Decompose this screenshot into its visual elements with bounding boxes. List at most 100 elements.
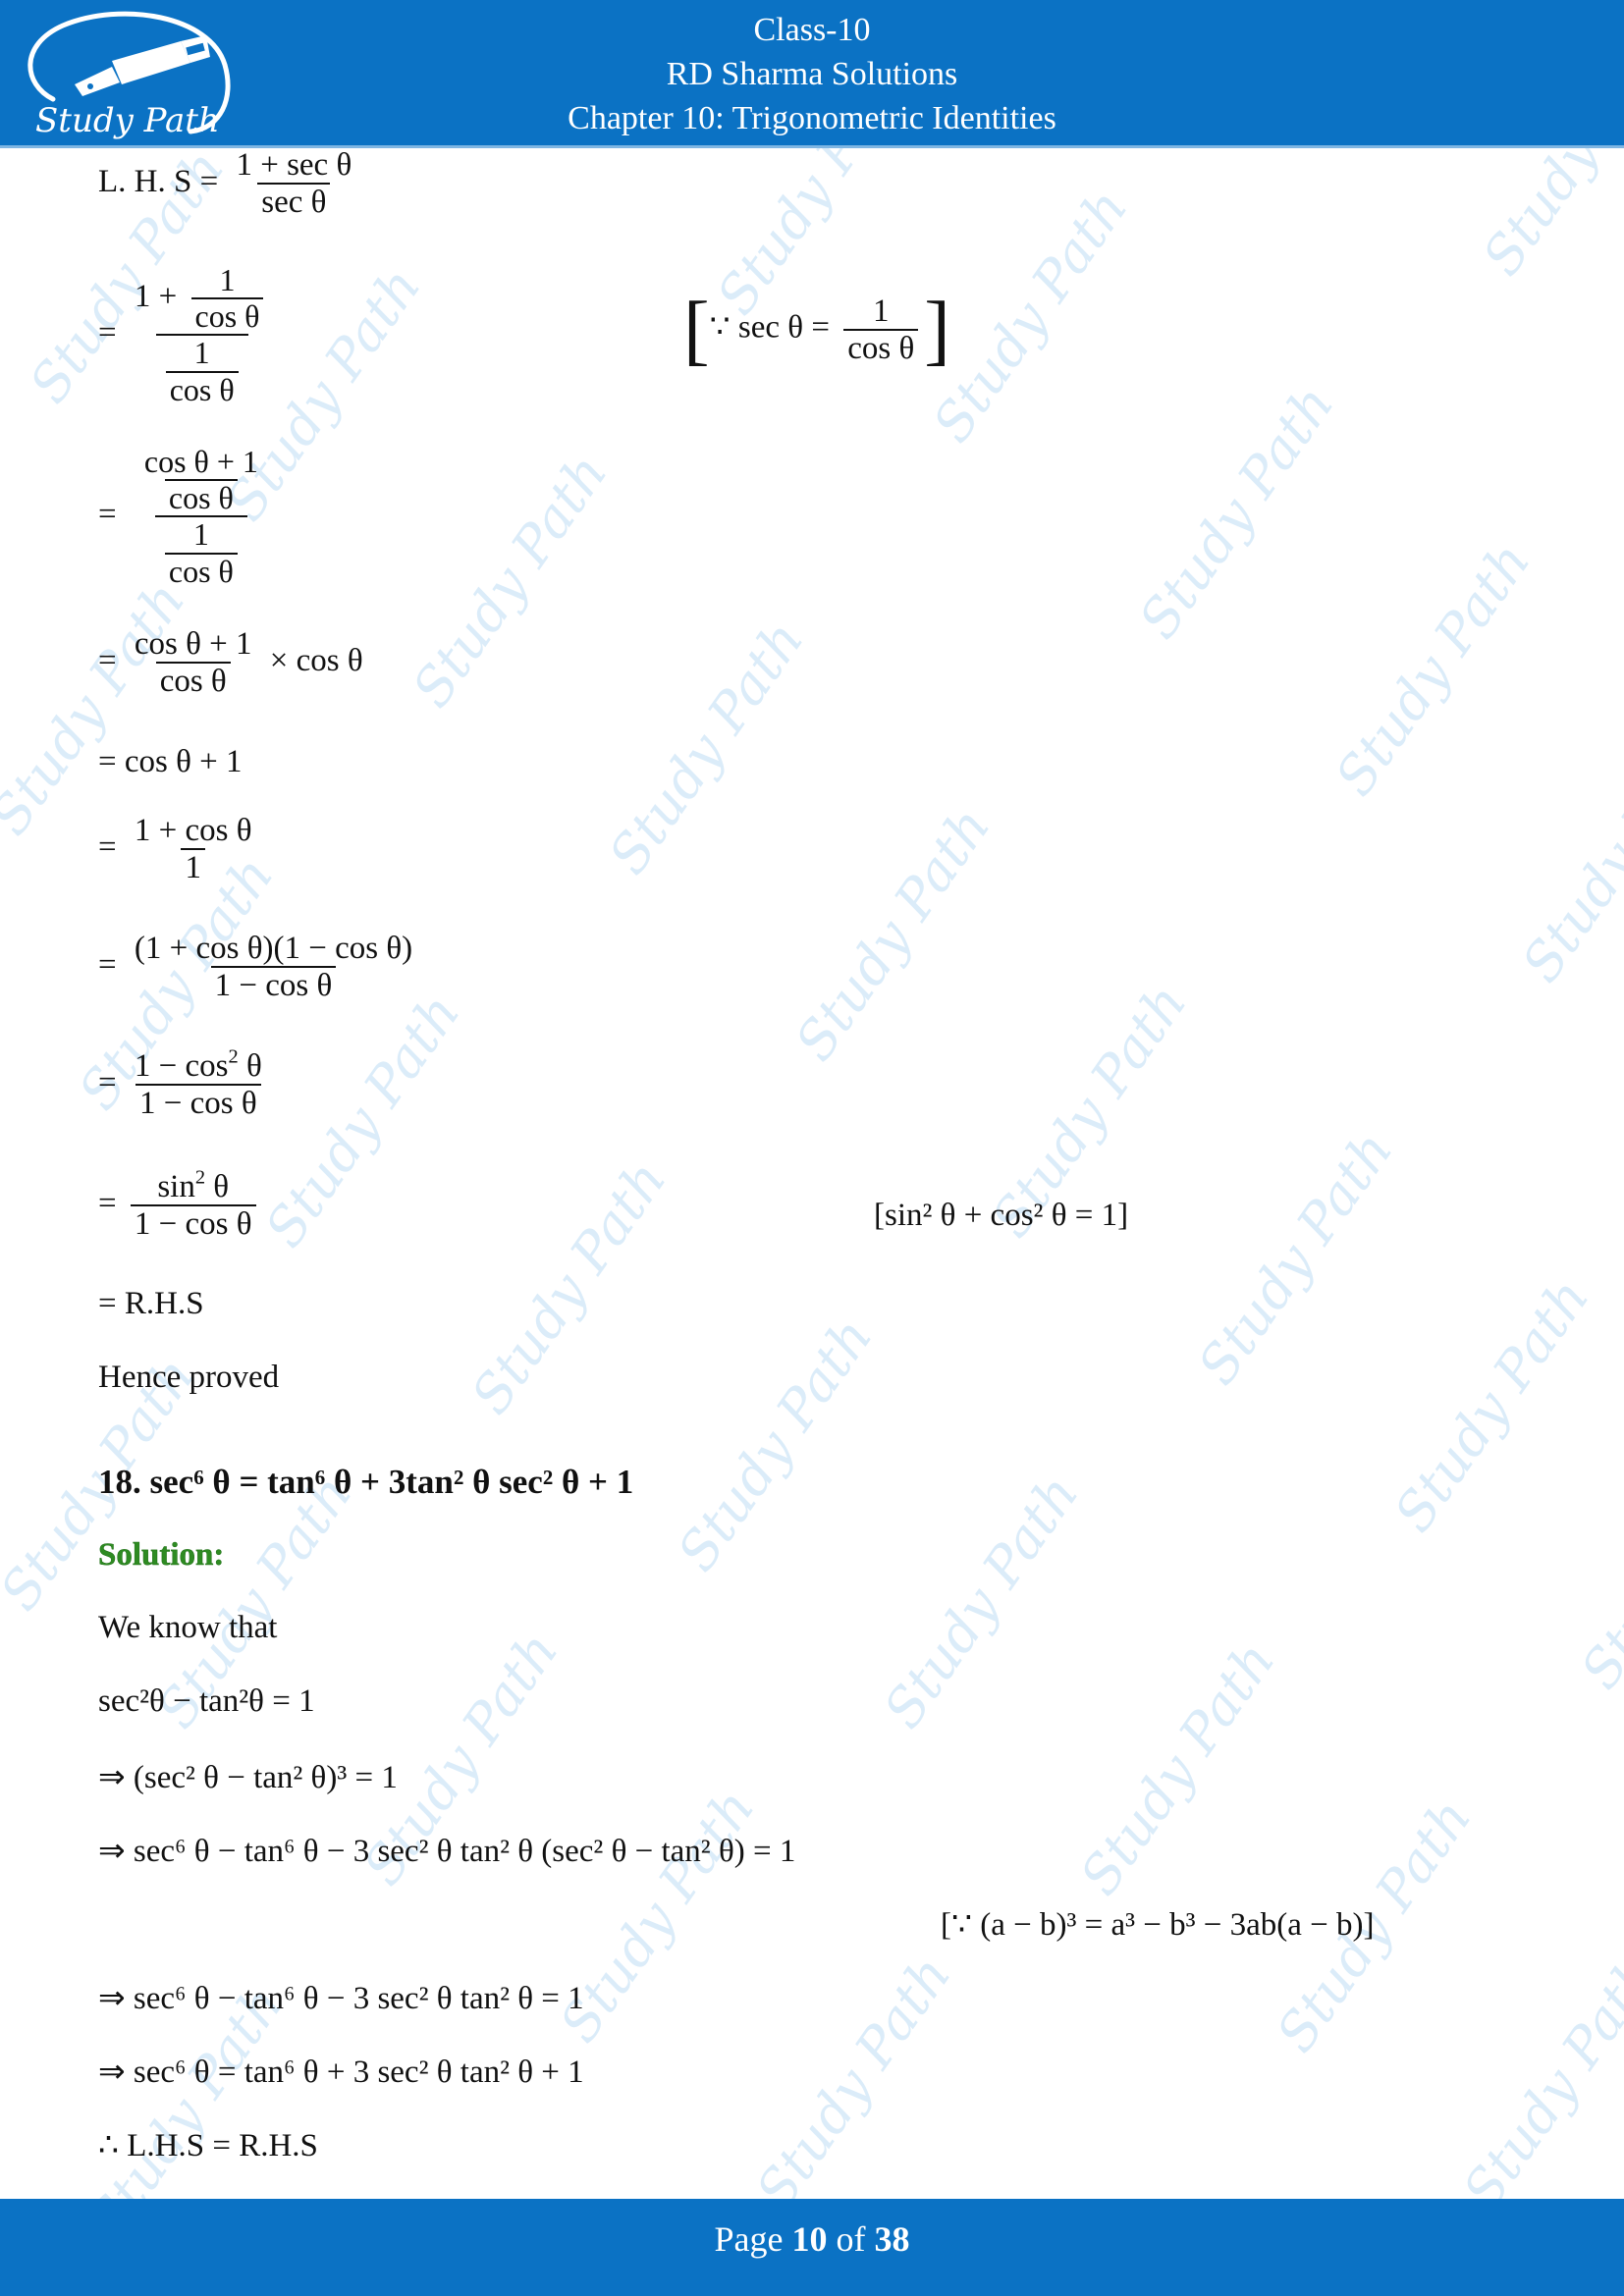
watermark: Study Path <box>1568 1424 1624 1700</box>
lhs-label: L. H. S = <box>98 163 219 199</box>
numerator: 1 − cos2 θ <box>131 1045 266 1084</box>
question-statement: sec⁶ θ = tan⁶ θ + 3tan² θ sec² θ + 1 <box>149 1463 634 1501</box>
solution-line: sec²θ − tan²θ = 1 <box>98 1683 315 1719</box>
denominator: cos θ <box>165 370 239 407</box>
fraction: 1 + cos θ 1 <box>131 813 256 886</box>
fraction: 1 + sec θ sec θ <box>232 147 355 221</box>
page-total: 38 <box>874 2219 910 2259</box>
equals-sign: = <box>98 1064 117 1100</box>
watermark: Study Path <box>1185 1120 1405 1396</box>
denominator: cos θ <box>164 479 238 515</box>
equals-sign: = <box>98 496 117 532</box>
numerator: 1 + sec θ <box>236 147 352 183</box>
equals-sign: = <box>98 828 117 865</box>
numerator-text: θ <box>205 1169 230 1204</box>
watermark: Study Path <box>871 1464 1091 1739</box>
numerator: 1 + 1 cos θ <box>131 262 274 334</box>
numerator: 1 <box>872 293 890 329</box>
chapter-title: Chapter 10: Trigonometric Identities <box>568 100 1056 136</box>
proof-line-step1: = 1 + 1 cos θ 1 cos θ <box>98 262 279 407</box>
denominator: cos θ <box>190 297 264 334</box>
right-bracket: ] <box>924 287 950 373</box>
watermark: Study Path <box>1067 1630 1287 1906</box>
numerator: 1 <box>192 516 209 553</box>
numerator: cos θ + 1 cos θ <box>131 444 272 515</box>
numerator: 1 <box>193 335 210 371</box>
left-bracket: [ <box>683 287 710 373</box>
solution-line: ⇒ sec⁶ θ − tan⁶ θ − 3 sec² θ tan² θ (sec… <box>98 1834 796 1869</box>
watermark: Study Path <box>665 1307 885 1582</box>
page-current: 10 <box>791 2219 828 2259</box>
numerator: cos θ + 1 <box>143 444 258 479</box>
note-text: ∵ sec θ = <box>709 309 830 346</box>
proof-line-step3: = cos θ + 1 cos θ × cos θ <box>98 626 363 700</box>
identity-note-cube: [∵ (a − b)³ = a³ − b³ − 3ab(a − b)] <box>941 1907 1375 1943</box>
compound-fraction: 1 + 1 cos θ 1 cos θ <box>131 262 274 407</box>
denominator: cos θ <box>843 329 919 366</box>
watermark: Study Path <box>252 983 472 1258</box>
watermark: Study Path <box>743 1945 963 2220</box>
denominator: 1 − cos θ <box>135 1084 261 1121</box>
denominator: 1 − cos θ <box>210 966 337 1003</box>
equals-sign: = <box>98 1185 117 1221</box>
proof-line-lhs: L. H. S = 1 + sec θ sec θ <box>98 147 361 221</box>
solution-line: ⇒ (sec² θ − tan² θ)³ = 1 <box>98 1760 398 1795</box>
page-prefix: Page <box>714 2219 784 2259</box>
denominator: 1 cos θ <box>155 334 248 407</box>
conclusion-text: Hence proved <box>98 1360 280 1395</box>
numerator-text: 1 − cos <box>134 1048 229 1084</box>
watermark: Study Path <box>0 570 197 846</box>
denominator: 1 <box>181 848 205 885</box>
solution-line: ⇒ sec⁶ θ − tan⁶ θ − 3 sec² θ tan² θ = 1 <box>98 1981 584 2016</box>
equals-sign: = <box>98 946 117 983</box>
proof-line-step5: = 1 + cos θ 1 <box>98 813 262 886</box>
fraction: sin2 θ 1 − cos θ <box>130 1167 256 1243</box>
book-title: RD Sharma Solutions <box>666 56 958 92</box>
class-label: Class-10 <box>753 12 871 48</box>
fraction: 1 − cos2 θ 1 − cos θ <box>131 1045 266 1122</box>
solution-label: Solution: <box>98 1537 225 1574</box>
numerator: 1 <box>219 262 236 297</box>
numerator-text: θ <box>238 1048 262 1084</box>
page-header: Study Path Class-10 RD Sharma Solutions … <box>0 0 1624 148</box>
watermark: Study Path <box>459 1149 678 1425</box>
fraction: cos θ + 1 cos θ <box>140 444 262 515</box>
exponent: 2 <box>228 1045 239 1068</box>
page-indicator: Page 10 of 38 <box>0 2218 1624 2260</box>
denominator: 1 − cos θ <box>130 1204 256 1242</box>
solution-line: ∴ L.H.S = R.H.S <box>98 2128 318 2163</box>
solution-line: ⇒ sec⁶ θ = tan⁶ θ + 3 sec² θ tan² θ + 1 <box>98 2055 584 2090</box>
compound-fraction: cos θ + 1 cos θ 1 cos θ <box>131 444 272 589</box>
equals-sign: = <box>98 642 117 678</box>
solution-line: We know that <box>98 1610 278 1645</box>
proof-line-step7: = 1 − cos2 θ 1 − cos θ <box>98 1045 272 1122</box>
page-of: of <box>836 2219 866 2259</box>
multiplier: × cos θ <box>269 642 363 678</box>
watermark: Study Path <box>1126 374 1346 650</box>
watermark: Study Path <box>783 796 1002 1072</box>
watermark: Study Path <box>400 443 620 719</box>
question-number: 18. <box>98 1463 141 1501</box>
denominator: 1 cos θ <box>154 515 247 588</box>
equals-sign: = <box>98 314 117 350</box>
identity-note-sec: [∵ sec θ = 1 cos θ ] <box>683 291 950 369</box>
page-footer: Page 10 of 38 <box>0 2199 1624 2296</box>
question-18: 18. sec⁶ θ = tan⁶ θ + 3tan² θ sec² θ + 1 <box>98 1463 633 1502</box>
numerator: sin2 θ <box>153 1167 233 1204</box>
proof-line-step8: = sin2 θ 1 − cos θ <box>98 1167 262 1243</box>
numerator: cos θ + 1 <box>134 626 252 662</box>
watermark: Study Path <box>1323 531 1543 807</box>
fraction: 1 cos θ <box>843 293 919 367</box>
proof-line-step4: = cos θ + 1 <box>98 744 243 779</box>
fraction: 1 cos θ <box>164 516 238 588</box>
denominator: cos θ <box>155 662 231 699</box>
watermark: Study Path <box>596 610 816 885</box>
numerator: 1 + cos θ <box>134 813 252 848</box>
proof-line-step6: = (1 + cos θ)(1 − cos θ) 1 − cos θ <box>98 931 422 1004</box>
watermark: Study Path <box>920 178 1140 454</box>
proof-line-step2: = cos θ + 1 cos θ 1 cos θ <box>98 444 278 589</box>
fraction: 1 cos θ <box>165 335 239 407</box>
fraction: cos θ + 1 cos θ <box>131 626 256 700</box>
numerator-text: sin <box>157 1169 195 1204</box>
numerator: (1 + cos θ)(1 − cos θ) <box>134 931 413 966</box>
